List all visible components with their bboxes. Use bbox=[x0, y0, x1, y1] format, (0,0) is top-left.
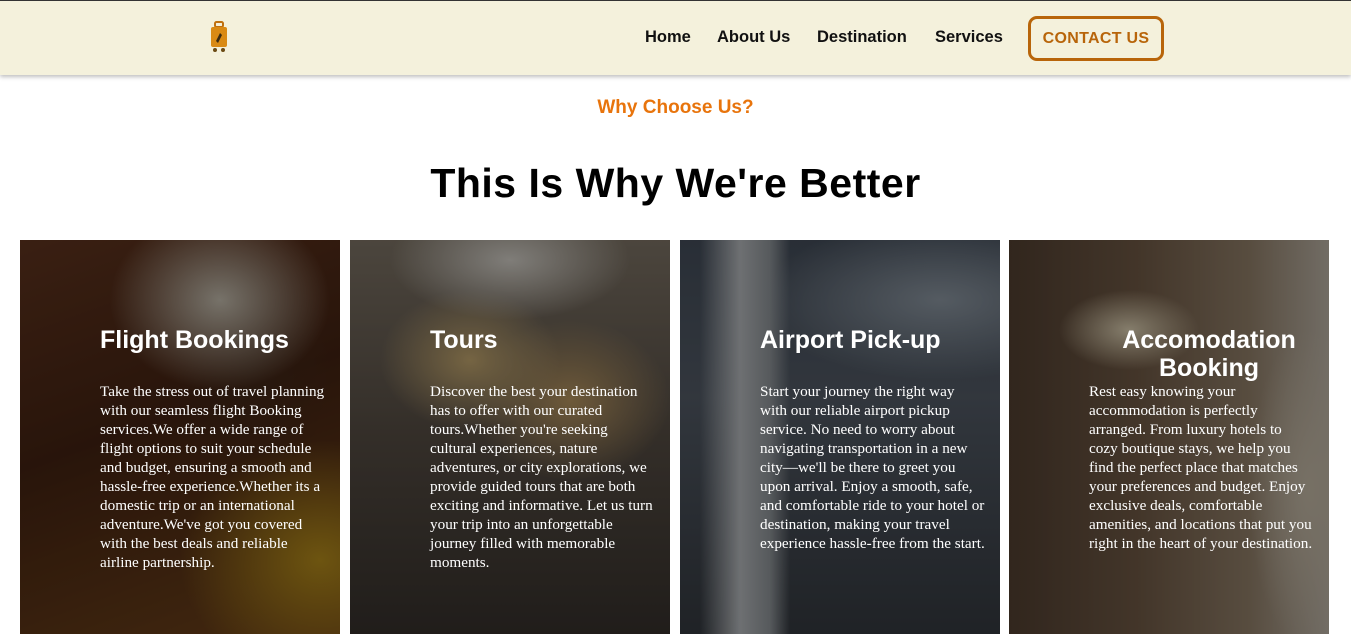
service-card-accommodation-booking[interactable]: Accomodation Booking Rest easy knowing y… bbox=[1009, 240, 1329, 634]
nav-services[interactable]: Services bbox=[935, 28, 1003, 47]
nav-home[interactable]: Home bbox=[645, 28, 691, 47]
card-title: Tours bbox=[430, 326, 498, 354]
card-description: Rest easy knowing your accommodation is … bbox=[1089, 383, 1313, 552]
card-title: Airport Pick-up bbox=[760, 326, 941, 354]
suitcase-icon[interactable] bbox=[208, 21, 230, 53]
contact-us-button[interactable]: CONTACT US bbox=[1028, 16, 1164, 61]
card-description: Take the stress out of travel planning w… bbox=[100, 383, 325, 571]
service-card-flight-bookings[interactable]: Flight Bookings Take the stress out of t… bbox=[20, 240, 340, 634]
service-card-tours[interactable]: Tours Discover the best your destination… bbox=[350, 240, 670, 634]
card-title: Accomodation Booking bbox=[1122, 326, 1296, 382]
section-heading: This Is Why We're Better bbox=[430, 160, 921, 206]
card-description: Start your journey the right way with ou… bbox=[760, 383, 985, 552]
service-card-airport-pickup[interactable]: Airport Pick-up Start your journey the r… bbox=[680, 240, 1000, 634]
section-eyebrow: Why Choose Us? bbox=[597, 97, 754, 118]
nav-about-us[interactable]: About Us bbox=[717, 28, 790, 47]
site-header: Home About Us Destination Services CONTA… bbox=[0, 0, 1351, 75]
card-title: Flight Bookings bbox=[100, 326, 289, 354]
card-description: Discover the best your destination has t… bbox=[430, 383, 653, 571]
nav-destination[interactable]: Destination bbox=[817, 28, 907, 47]
